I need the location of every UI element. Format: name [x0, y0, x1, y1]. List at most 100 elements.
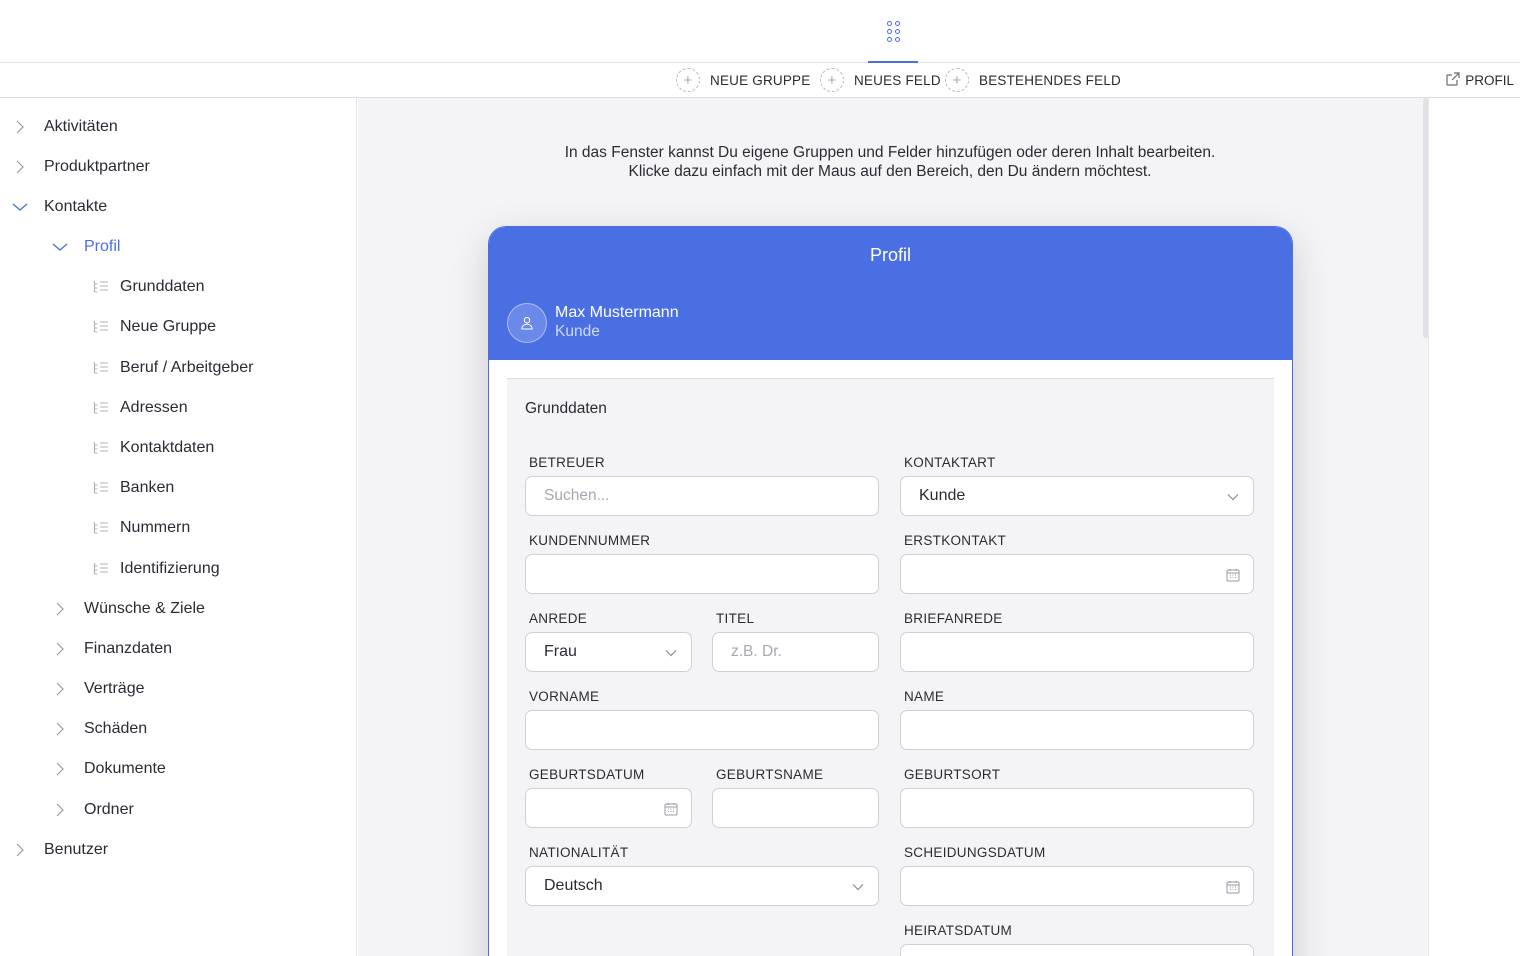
field-label-vorname: VORNAME [529, 689, 600, 704]
new-field-button[interactable]: + NEUES FELD [820, 68, 941, 92]
list-tree-icon [92, 479, 110, 497]
tree-item-wuensche-ziele[interactable]: Wünsche & Ziele [48, 589, 205, 629]
tree-item-banken[interactable]: Banken [92, 468, 174, 508]
betreuer-search-input[interactable]: Suchen... [525, 476, 879, 516]
intro-text: In das Fenster kannst Du eigene Gruppen … [358, 143, 1422, 181]
tree-item-benutzer[interactable]: Benutzer [8, 830, 108, 870]
tree-item-produktpartner[interactable]: Produktpartner [8, 147, 150, 187]
betreuer-placeholder: Suchen... [544, 487, 610, 504]
chevron-down-icon [663, 645, 679, 661]
field-label-kontaktart: KONTAKTART [904, 455, 996, 470]
existing-field-button[interactable]: + BESTEHENDES FELD [945, 68, 1121, 92]
scheidungsdatum-date-input[interactable] [900, 866, 1254, 906]
chevron-right-icon [48, 597, 72, 621]
tree-item-label: Beruf / Arbeitgeber [120, 359, 254, 376]
field-label-geburtsname: GEBURTSNAME [716, 767, 824, 782]
list-tree-icon [92, 439, 110, 457]
sidebar-tree: Aktivitäten Produktpartner Kontakte Prof… [0, 98, 357, 956]
tree-item-label: Adressen [120, 399, 188, 416]
tree-item-ordner[interactable]: Ordner [48, 790, 134, 830]
field-label-geburtsdatum: GEBURTSDATUM [529, 767, 645, 782]
tree-item-dokumente[interactable]: Dokumente [48, 749, 166, 789]
tree-item-label: Aktivitäten [44, 118, 118, 135]
tree-item-label: Identifizierung [120, 560, 220, 577]
heiratsdatum-date-input[interactable] [900, 944, 1254, 956]
tree-item-identifizierung[interactable]: Identifizierung [92, 549, 220, 589]
profile-link-label: PROFIL [1465, 73, 1514, 88]
plus-icon: + [676, 68, 700, 92]
intro-line-2: Klicke dazu einfach mit der Maus auf den… [628, 163, 1152, 180]
calendar-icon[interactable] [663, 801, 679, 817]
tree-item-label: Wünsche & Ziele [84, 600, 205, 617]
profile-preview-card[interactable]: Profil Max Mustermann Kunde Grunddaten B… [488, 226, 1293, 956]
user-icon [521, 316, 533, 330]
tree-item-kontaktdaten[interactable]: Kontaktdaten [92, 428, 214, 468]
geburtsname-input[interactable] [712, 788, 879, 828]
tree-item-label: Grunddaten [120, 278, 205, 295]
tree-item-label: Banken [120, 479, 175, 496]
tree-item-schaeden[interactable]: Schäden [48, 709, 147, 749]
plus-icon: + [820, 68, 844, 92]
list-tree-icon [92, 278, 110, 296]
profile-card-title: Profil [869, 245, 911, 265]
erstkontakt-date-input[interactable] [900, 554, 1254, 594]
external-link-icon [1445, 71, 1461, 90]
editor-toolbar: + NEUE GRUPPE + NEUES FELD + BESTEHENDES… [0, 63, 1520, 98]
tree-item-label: Schäden [84, 720, 148, 737]
field-label-geburtsort: GEBURTSORT [904, 767, 1001, 782]
anrede-select[interactable]: Frau [525, 632, 692, 672]
tree-item-finanzdaten[interactable]: Finanzdaten [48, 629, 172, 669]
kundennummer-input[interactable] [525, 554, 879, 594]
tree-item-neue-gruppe[interactable]: Neue Gruppe [92, 307, 216, 347]
top-bar [0, 0, 1520, 64]
profile-card-header: Profil Max Mustermann Kunde [489, 227, 1292, 360]
chevron-right-icon [48, 757, 72, 781]
scrollbar-thumb[interactable] [1423, 98, 1428, 338]
geburtsdatum-date-input[interactable] [525, 788, 692, 828]
geburtsort-input[interactable] [900, 788, 1254, 828]
intro-line-1: In das Fenster kannst Du eigene Gruppen … [564, 144, 1216, 161]
tree-item-label: Verträge [84, 680, 145, 697]
tree-item-grunddaten[interactable]: Grunddaten [92, 267, 205, 307]
tree-item-nummern[interactable]: Nummern [92, 508, 190, 548]
tree-item-adressen[interactable]: Adressen [92, 388, 188, 428]
field-label-nationalitaet: NATIONALITÄT [529, 845, 629, 860]
field-label-name: NAME [904, 689, 945, 704]
calendar-icon[interactable] [1225, 567, 1241, 583]
list-tree-icon [92, 560, 110, 578]
list-tree-icon [92, 399, 110, 417]
open-profile-link[interactable]: PROFIL [1445, 71, 1514, 90]
calendar-icon[interactable] [1225, 879, 1241, 895]
chevron-right-icon [8, 115, 32, 139]
kontaktart-select[interactable]: Kunde [900, 476, 1254, 516]
tree-item-vertraege[interactable]: Verträge [48, 669, 144, 709]
kontaktart-value: Kunde [919, 487, 966, 504]
new-group-label: NEUE GRUPPE [710, 72, 811, 88]
apps-grid-icon [886, 21, 900, 42]
tree-item-aktivitaeten[interactable]: Aktivitäten [8, 107, 118, 147]
chevron-down-icon [1225, 489, 1241, 505]
chevron-right-icon [48, 798, 72, 822]
chevron-down-icon [48, 235, 72, 259]
tree-item-label: Profil [84, 238, 121, 255]
nationalitaet-select[interactable]: Deutsch [525, 866, 879, 906]
briefanrede-input[interactable] [900, 632, 1254, 672]
tree-item-kontakte[interactable]: Kontakte [8, 187, 107, 227]
titel-input[interactable]: z.B. Dr. [712, 632, 879, 672]
group-title: Grunddaten [525, 400, 607, 417]
name-input[interactable] [900, 710, 1254, 750]
new-group-button[interactable]: + NEUE GRUPPE [676, 68, 810, 92]
list-tree-icon [92, 359, 110, 377]
avatar [507, 303, 547, 343]
field-label-anrede: ANREDE [529, 611, 588, 626]
tree-item-label: Kontaktdaten [120, 439, 215, 456]
vorname-input[interactable] [525, 710, 879, 750]
field-label-briefanrede: BRIEFANREDE [904, 611, 1003, 626]
tree-item-beruf-arbeitgeber[interactable]: Beruf / Arbeitgeber [92, 348, 253, 388]
page-scrollbar[interactable] [1423, 98, 1520, 956]
group-grunddaten[interactable]: Grunddaten BETREUER Suchen... KONTAKTART… [507, 378, 1274, 956]
chevron-right-icon [8, 838, 32, 862]
apps-grid-button[interactable] [868, 0, 918, 64]
tree-item-profil[interactable]: Profil [48, 227, 120, 267]
tree-item-label: Neue Gruppe [120, 318, 217, 335]
